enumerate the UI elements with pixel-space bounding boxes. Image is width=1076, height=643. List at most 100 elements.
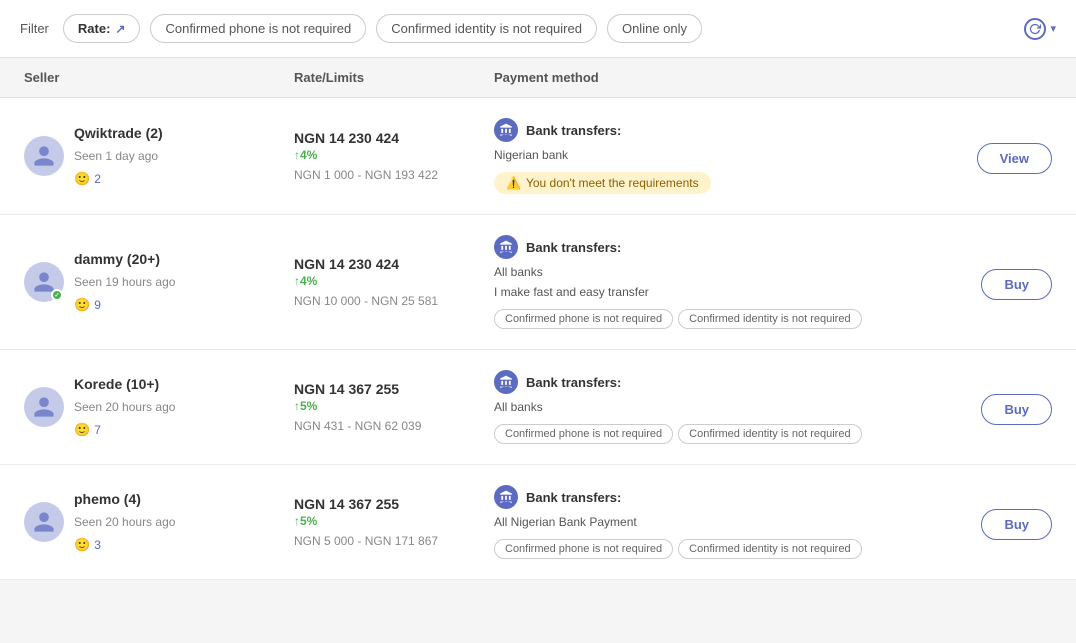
- rate-limits: NGN 431 - NGN 62 039: [294, 419, 494, 433]
- payment-tags: Confirmed phone is not requiredConfirmed…: [494, 539, 932, 559]
- rate-change: ↑4%: [294, 274, 494, 288]
- bank-transfers-icon: [494, 485, 518, 509]
- rate-limits: NGN 1 000 - NGN 193 422: [294, 168, 494, 182]
- warning-badge: ⚠️You don't meet the requirements: [494, 172, 711, 194]
- payment-type: Bank transfers:: [526, 490, 621, 505]
- seller-cell-2: Korede (10+) Seen 20 hours ago 🙂 7: [24, 376, 294, 438]
- table-header: Seller Rate/Limits Payment method: [0, 58, 1076, 98]
- seller-rating: 🙂 3: [74, 537, 175, 553]
- payment-header: Bank transfers:: [494, 235, 932, 259]
- rating-value: 2: [94, 172, 101, 186]
- bank-transfers-icon: [494, 235, 518, 259]
- payment-cell-0: Bank transfers: Nigerian bank ⚠️You don'…: [494, 118, 932, 194]
- seller-name: phemo (4): [74, 491, 175, 507]
- header-bar: Filter Rate: ↗ Confirmed phone is not re…: [0, 0, 1076, 58]
- rate-value: NGN 14 367 255: [294, 496, 494, 512]
- verified-badge: [51, 289, 63, 301]
- seller-name: Korede (10+): [74, 376, 175, 392]
- refresh-dropdown-icon: ▾: [1050, 22, 1056, 35]
- rate-value: NGN 14 230 424: [294, 256, 494, 272]
- rate-change: ↑4%: [294, 148, 494, 162]
- rate-change: ↑5%: [294, 399, 494, 413]
- col-action: [932, 70, 1052, 85]
- buy-button[interactable]: Buy: [981, 509, 1052, 540]
- payment-sub: All Nigerian Bank Payment: [494, 515, 932, 529]
- requirement-tag: Confirmed phone is not required: [494, 539, 673, 559]
- requirement-tag: Confirmed identity is not required: [678, 539, 861, 559]
- payment-header: Bank transfers:: [494, 485, 932, 509]
- payment-sub: All banks: [494, 400, 932, 414]
- seller-name: Qwiktrade (2): [74, 125, 163, 141]
- payment-type: Bank transfers:: [526, 123, 621, 138]
- seller-seen: Seen 20 hours ago: [74, 400, 175, 414]
- table-row: dammy (20+) Seen 19 hours ago 🙂 9 NGN 14…: [0, 215, 1076, 350]
- seller-details: dammy (20+) Seen 19 hours ago 🙂 9: [74, 251, 175, 313]
- smile-icon: 🙂: [74, 422, 90, 438]
- seller-rating: 🙂 9: [74, 297, 175, 313]
- action-cell-0: View: [932, 138, 1052, 174]
- action-cell-1: Buy: [932, 264, 1052, 300]
- payment-cell-3: Bank transfers: All Nigerian Bank Paymen…: [494, 485, 932, 559]
- seller-rating: 🙂 2: [74, 171, 163, 187]
- listings-container: Qwiktrade (2) Seen 1 day ago 🙂 2 NGN 14 …: [0, 98, 1076, 580]
- payment-sub: Nigerian bank: [494, 148, 932, 162]
- confirmed-phone-chip[interactable]: Confirmed phone is not required: [150, 14, 366, 43]
- user-icon: [32, 510, 56, 534]
- seller-name: dammy (20+): [74, 251, 175, 267]
- seller-cell-1: dammy (20+) Seen 19 hours ago 🙂 9: [24, 251, 294, 313]
- rate-info: NGN 14 230 424 ↑4% NGN 1 000 - NGN 193 4…: [294, 130, 494, 182]
- rate-limits: NGN 10 000 - NGN 25 581: [294, 294, 494, 308]
- seller-seen: Seen 20 hours ago: [74, 515, 175, 529]
- seller-seen: Seen 1 day ago: [74, 149, 163, 163]
- rate-cell-1: NGN 14 230 424 ↑4% NGN 10 000 - NGN 25 5…: [294, 256, 494, 308]
- payment-tags: Confirmed phone is not requiredConfirmed…: [494, 424, 932, 444]
- seller-row: Qwiktrade (2) Seen 1 day ago 🙂 2: [24, 125, 294, 187]
- smile-icon: 🙂: [74, 297, 90, 313]
- payment-type: Bank transfers:: [526, 240, 621, 255]
- action-cell-3: Buy: [932, 504, 1052, 540]
- rate-limits: NGN 5 000 - NGN 171 867: [294, 534, 494, 548]
- avatar: [24, 136, 64, 176]
- rate-button[interactable]: Rate: ↗: [63, 14, 141, 43]
- rate-value: NGN 14 367 255: [294, 381, 494, 397]
- payment-cell-1: Bank transfers: All banksI make fast and…: [494, 235, 932, 329]
- seller-details: phemo (4) Seen 20 hours ago 🙂 3: [74, 491, 175, 553]
- confirmed-identity-chip[interactable]: Confirmed identity is not required: [376, 14, 597, 43]
- requirement-tag: Confirmed identity is not required: [678, 309, 861, 329]
- seller-cell-3: phemo (4) Seen 20 hours ago 🙂 3: [24, 491, 294, 553]
- smile-icon: 🙂: [74, 171, 90, 187]
- payment-sub: All banks: [494, 265, 932, 279]
- requirement-tag: Confirmed phone is not required: [494, 309, 673, 329]
- rate-info: NGN 14 230 424 ↑4% NGN 10 000 - NGN 25 5…: [294, 256, 494, 308]
- rate-info: NGN 14 367 255 ↑5% NGN 431 - NGN 62 039: [294, 381, 494, 433]
- rating-value: 9: [94, 298, 101, 312]
- refresh-button[interactable]: ▾: [1024, 18, 1056, 40]
- payment-info: Bank transfers: All banksI make fast and…: [494, 235, 932, 329]
- user-icon: [32, 144, 56, 168]
- payment-info: Bank transfers: Nigerian bank ⚠️You don'…: [494, 118, 932, 194]
- col-rate-limits: Rate/Limits: [294, 70, 494, 85]
- rate-info: NGN 14 367 255 ↑5% NGN 5 000 - NGN 171 8…: [294, 496, 494, 548]
- table-row: phemo (4) Seen 20 hours ago 🙂 3 NGN 14 3…: [0, 465, 1076, 580]
- col-payment-method: Payment method: [494, 70, 932, 85]
- rating-value: 3: [94, 538, 101, 552]
- seller-seen: Seen 19 hours ago: [74, 275, 175, 289]
- payment-type: Bank transfers:: [526, 375, 621, 390]
- payment-header: Bank transfers:: [494, 370, 932, 394]
- rate-arrow-icon: ↗: [115, 22, 125, 36]
- seller-row: dammy (20+) Seen 19 hours ago 🙂 9: [24, 251, 294, 313]
- rate-btn-label: Rate:: [78, 21, 111, 36]
- view-button[interactable]: View: [977, 143, 1052, 174]
- buy-button[interactable]: Buy: [981, 269, 1052, 300]
- buy-button[interactable]: Buy: [981, 394, 1052, 425]
- payment-header: Bank transfers:: [494, 118, 932, 142]
- seller-rating: 🙂 7: [74, 422, 175, 438]
- seller-cell-0: Qwiktrade (2) Seen 1 day ago 🙂 2: [24, 125, 294, 187]
- online-only-chip[interactable]: Online only: [607, 14, 702, 43]
- warning-container: ⚠️You don't meet the requirements: [494, 172, 932, 194]
- filter-label: Filter: [20, 21, 49, 36]
- rating-value: 7: [94, 423, 101, 437]
- payment-cell-2: Bank transfers: All banks Confirmed phon…: [494, 370, 932, 444]
- bank-transfers-icon: [494, 118, 518, 142]
- payment-tags: Confirmed phone is not requiredConfirmed…: [494, 309, 932, 329]
